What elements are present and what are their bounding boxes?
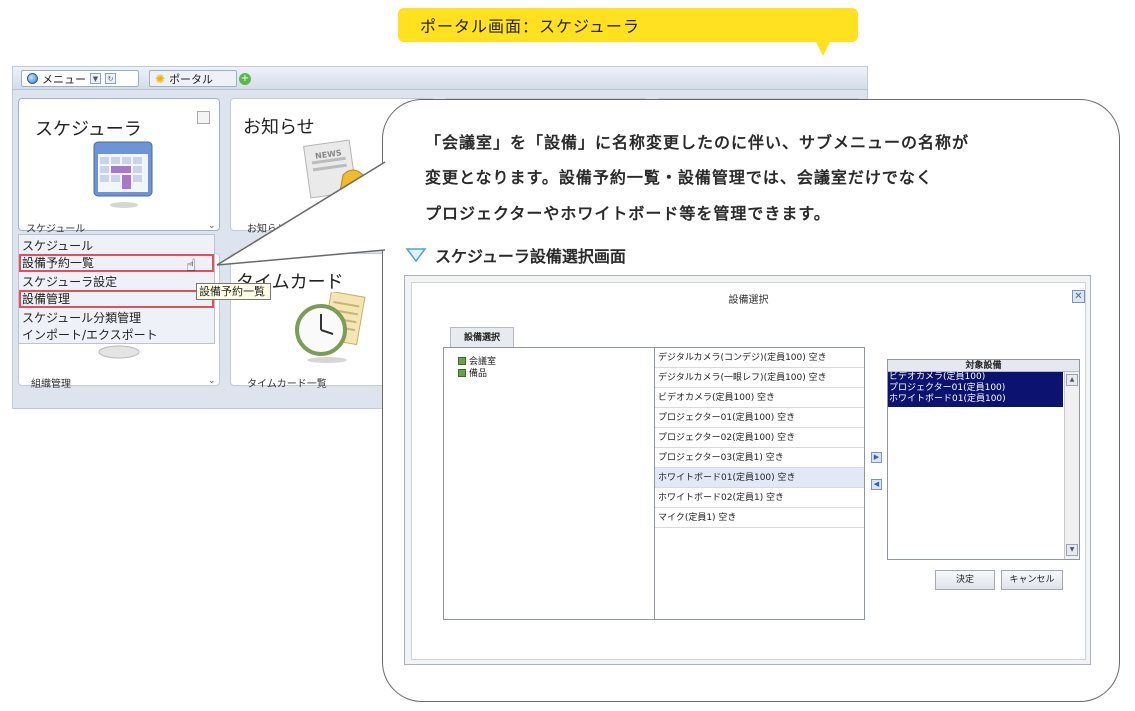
- tab-equipment-select[interactable]: 設備選択: [450, 327, 514, 347]
- section-heading: スケジューラ設備選択画面: [405, 243, 626, 267]
- dialog-title: 設備選択: [728, 295, 769, 306]
- target-item[interactable]: プロジェクター01(定員100): [889, 383, 1063, 394]
- target-item[interactable]: ホワイトボード01(定員100): [889, 394, 1063, 405]
- menu-item-scheduler-settings[interactable]: スケジューラ設定: [19, 273, 214, 291]
- panel-timecard-footer: タイムカード一覧: [247, 379, 327, 390]
- tab-portal[interactable]: ✺ ポータル: [149, 70, 237, 87]
- close-icon[interactable]: ✕: [1072, 290, 1085, 303]
- list-item[interactable]: マイク(定員1) 空き: [655, 508, 864, 528]
- organization-icon: [98, 345, 140, 359]
- menu-item-schedule[interactable]: スケジュール: [19, 237, 214, 255]
- folder-icon: [458, 356, 466, 365]
- target-equipment-list: 対象設備 ビデオカメラ(定員100) プロジェクター01(定員100) ホワイト…: [887, 359, 1080, 560]
- list-item[interactable]: プロジェクター02(定員100) 空き: [655, 428, 864, 448]
- scroll-down-icon[interactable]: ▼: [1066, 544, 1078, 556]
- menu-globe-icon: [27, 73, 38, 84]
- tab-portal-label: ポータル: [169, 72, 214, 86]
- tab-menu-label: メニュー: [42, 72, 86, 86]
- target-item[interactable]: ビデオカメラ(定員100): [889, 372, 1063, 383]
- panel-scheduler-footer: スケジュール: [26, 224, 86, 235]
- panel-checkbox[interactable]: [197, 111, 210, 124]
- page-title: ポータル画面：スケジューラ: [420, 17, 640, 36]
- list-item[interactable]: デジタルカメラ(コンデジ)(定員100) 空き: [655, 348, 864, 368]
- callout-line-2: 変更となります。設備予約一覧・設備管理では、会議室だけでなく: [425, 168, 933, 187]
- tree-item-equipment[interactable]: 備品: [458, 366, 487, 379]
- list-item[interactable]: プロジェクター01(定員100) 空き: [655, 408, 864, 428]
- section-heading-text: スケジューラ設備選択画面: [435, 247, 626, 266]
- callout-line-3: プロジェクターやホワイトボード等を管理できます。: [425, 204, 831, 223]
- menu-item-equipment-management[interactable]: 設備管理: [19, 290, 214, 308]
- scroll-up-icon[interactable]: ▲: [1066, 374, 1078, 386]
- dialog-body: 設備選択 ✕ 設備選択 会議室 備品 デジタルカメラ(コンデジ)(定員100) …: [411, 282, 1086, 660]
- equipment-list: デジタルカメラ(コンデジ)(定員100) 空き デジタルカメラ(一眼レフ)(定員…: [655, 347, 865, 620]
- hand-cursor-icon: ☝: [186, 256, 197, 276]
- tab-menu[interactable]: メニュー ▼ ↻: [21, 70, 139, 87]
- target-selection[interactable]: ビデオカメラ(定員100) プロジェクター01(定員100) ホワイトボード01…: [888, 372, 1063, 407]
- equipment-tree: 会議室 備品: [443, 347, 655, 620]
- confirm-button[interactable]: 決定: [935, 570, 995, 590]
- chevron-down-icon[interactable]: ▼: [90, 73, 101, 84]
- target-scrollbar[interactable]: ▲ ▼: [1064, 372, 1079, 559]
- panel-scheduler-title: スケジューラ: [35, 119, 142, 140]
- calendar-icon: [93, 141, 153, 208]
- remove-arrow-icon[interactable]: ◀: [871, 479, 882, 490]
- list-item-selected[interactable]: ホワイトボード01(定員100) 空き: [655, 468, 864, 488]
- panel-scheduler[interactable]: スケジューラ 8 スケジュール ⌄: [18, 98, 220, 235]
- list-item[interactable]: ホワイトボード02(定員1) 空き: [655, 488, 864, 508]
- list-item[interactable]: プロジェクター03(定員1) 空き: [655, 448, 864, 468]
- cancel-button[interactable]: キャンセル: [1001, 570, 1063, 590]
- panel-organization-footer: 組織管理: [31, 379, 71, 390]
- chevron-down-icon[interactable]: ⌄: [208, 376, 216, 386]
- add-arrow-icon[interactable]: ▶: [871, 452, 882, 463]
- calendar-day: 8: [35, 139, 42, 150]
- callout-pointer: [216, 161, 386, 266]
- timecard-clock-icon: [295, 292, 366, 363]
- menu-item-import-export[interactable]: インポート/エクスポート: [19, 326, 214, 344]
- list-item[interactable]: ビデオカメラ(定員100) 空き: [655, 388, 864, 408]
- equipment-dialog: 設備選択 ✕ 設備選択 会議室 備品 デジタルカメラ(コンデジ)(定員100) …: [404, 275, 1091, 665]
- add-tab-icon[interactable]: +: [239, 73, 251, 85]
- portal-toolbar: メニュー ▼ ↻ ✺ ポータル +: [13, 67, 867, 90]
- folder-icon: [458, 368, 466, 377]
- callout-line-1: 「会議室」を「設備」に名称変更したのに伴い、サブメニューの名称が: [425, 133, 970, 152]
- list-item[interactable]: デジタルカメラ(一眼レフ)(定員100) 空き: [655, 368, 864, 388]
- triangle-down-icon: [405, 248, 427, 263]
- page-title-label: ポータル画面：スケジューラ: [398, 8, 858, 42]
- scheduler-submenu: スケジュール 設備予約一覧 スケジューラ設定 設備管理 スケジュール分類管理 イ…: [18, 234, 215, 344]
- menu-item-schedule-category[interactable]: スケジュール分類管理: [19, 309, 214, 327]
- menu-item-equipment-reservation[interactable]: 設備予約一覧: [19, 254, 214, 272]
- tree-item-label: 備品: [469, 369, 488, 379]
- target-list-header: 対象設備: [888, 360, 1079, 372]
- sun-icon: ✺: [155, 71, 166, 86]
- label-pointer: [815, 40, 831, 56]
- refresh-icon[interactable]: ↻: [105, 73, 116, 84]
